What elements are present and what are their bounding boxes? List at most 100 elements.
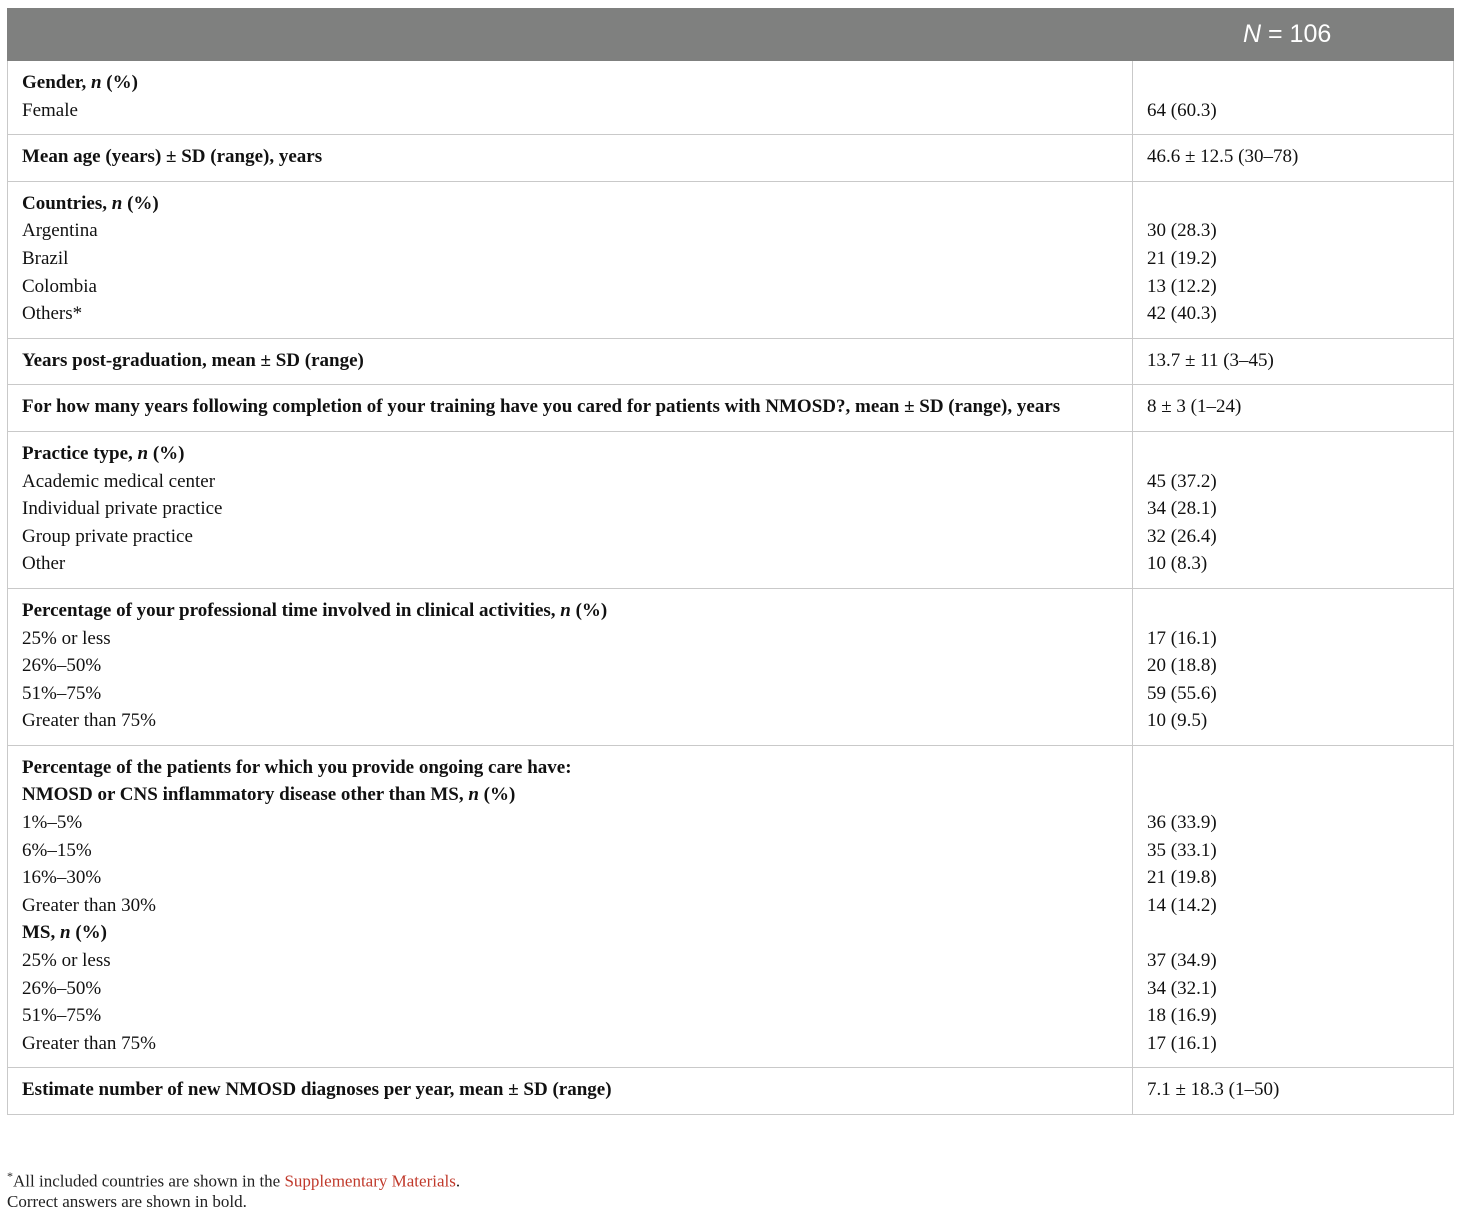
header-empty-cell — [7, 8, 1133, 61]
label-text: Greater than 75% — [22, 1032, 156, 1054]
row-value: 10 (8.3) — [1147, 553, 1208, 575]
label-text: Colombia — [22, 275, 97, 297]
label-text: Brazil — [22, 247, 69, 269]
row-heading: Mean age (years) ± SD (range), years — [22, 143, 1118, 171]
label-text: Years post-graduation, mean ± SD (range) — [22, 349, 364, 371]
row-value: 14 (14.2) — [1147, 894, 1217, 916]
row-heading: For how many years following completion … — [22, 393, 1118, 421]
label-text: Others* — [22, 303, 83, 325]
supplementary-materials-link[interactable]: Supplementary Materials — [284, 1172, 455, 1191]
label-text: 25% or less — [22, 950, 111, 972]
label-italic-n: n — [60, 922, 71, 944]
table-row: Estimate number of new NMOSD diagnoses p… — [7, 1067, 1454, 1115]
label-tail: (%) — [148, 442, 185, 464]
header-n-cell: N = 106 — [1132, 8, 1454, 61]
row-value: 46.6 ± 12.5 (30–78) — [1147, 146, 1299, 168]
label-text: 51%–75% — [22, 682, 102, 704]
row-heading: Countries, n (%) — [22, 190, 1118, 218]
label-italic-n: n — [111, 192, 123, 214]
row-value — [1147, 597, 1439, 625]
footnote-bold-note: Correct answers are shown in bold. — [7, 1192, 247, 1211]
row-value-cell: 30 (28.3) 21 (19.2) 13 (12.2) 42 (40.3) — [1132, 180, 1454, 339]
row-value: 7.1 ± 18.3 (1–50) — [1147, 1079, 1280, 1101]
row-sublabel: 6%–15% — [22, 837, 1118, 865]
table-row: Countries, n (%) Argentina Brazil Colombia O… — [7, 180, 1454, 339]
table-row: Percentage of your professional time inv… — [7, 587, 1454, 746]
row-value-cell: 36 (33.9) 35 (33.1) 21 (19.8) 14 (14.2) 37 (… — [1132, 744, 1454, 1069]
row-label-cell: Percentage of your professional time inv… — [7, 587, 1133, 746]
row-sublabel: Female — [22, 97, 1118, 125]
label-tail: (%) — [570, 599, 608, 621]
row-heading: Years post-graduation, mean ± SD (range) — [22, 347, 1118, 375]
footnote-countries: *All included countries are shown in the… — [7, 1164, 1453, 1191]
row-sublabel: Brazil — [22, 245, 1118, 273]
label-text: Mean age (years) ± SD (range), years — [22, 146, 323, 168]
row-sublabel: Others* — [22, 300, 1118, 328]
label-text: 16%–30% — [22, 867, 102, 889]
label-text: Greater than 75% — [22, 710, 156, 732]
row-value: 59 (55.6) — [1147, 682, 1217, 704]
label-text: Other — [22, 553, 66, 575]
row-value: 42 (40.3) — [1147, 303, 1217, 325]
row-label-cell: Percentage of the patients for which you… — [7, 744, 1133, 1069]
label-text: Female — [22, 99, 78, 121]
row-value — [1147, 781, 1439, 809]
row-value-cell: 45 (37.2) 34 (28.1) 32 (26.4) 10 (8.3) — [1132, 430, 1454, 589]
label-text: Countries, — [22, 192, 112, 214]
row-sublabel: 51%–75% — [22, 680, 1118, 708]
row-heading: Gender, n (%) — [22, 69, 1118, 97]
row-sublabel: Greater than 75% — [22, 707, 1118, 735]
row-sublabel: 26%–50% — [22, 975, 1118, 1003]
row-sublabel: 1%–5% — [22, 809, 1118, 837]
row-label-cell: Years post-graduation, mean ± SD (range) — [7, 337, 1133, 386]
row-value: 36 (33.9) — [1147, 812, 1217, 834]
row-heading: MS, n (%) — [22, 919, 1118, 947]
row-sublabel: 16%–30% — [22, 864, 1118, 892]
label-italic-n: n — [560, 599, 571, 621]
label-text: 6%–15% — [22, 839, 92, 861]
row-label-cell: Mean age (years) ± SD (range), years — [7, 134, 1133, 182]
row-value-cell: 17 (16.1) 20 (18.8) 59 (55.6) 10 (9.5) — [1132, 587, 1454, 746]
row-value: 37 (34.9) — [1147, 950, 1217, 972]
row-label-cell: Estimate number of new NMOSD diagnoses p… — [7, 1067, 1133, 1115]
row-value: 45 (37.2) — [1147, 470, 1217, 492]
table-row: Mean age (years) ± SD (range), years 46.6… — [7, 134, 1454, 182]
footnote-period: . — [455, 1171, 461, 1191]
row-value: 32 (26.4) — [1147, 525, 1217, 547]
row-value — [1147, 190, 1439, 218]
footnote-countries-text: All included countries are shown in the — [13, 1171, 285, 1191]
label-text: Greater than 30% — [22, 894, 156, 916]
row-value: 17 (16.1) — [1147, 1032, 1217, 1054]
label-text: 25% or less — [22, 627, 111, 649]
row-value: 13.7 ± 11 (3–45) — [1147, 349, 1274, 371]
table-header-row: N = 106 — [7, 8, 1454, 61]
row-value: 13 (12.2) — [1147, 275, 1217, 297]
row-heading: Percentage of your professional time inv… — [22, 597, 1118, 625]
row-heading: Estimate number of new NMOSD diagnoses p… — [22, 1076, 1118, 1104]
row-value: 35 (33.1) — [1147, 839, 1217, 861]
row-value — [1147, 440, 1439, 468]
row-sublabel: Greater than 75% — [22, 1030, 1118, 1058]
label-text: Practice type, — [22, 442, 138, 464]
row-value: 18 (16.9) — [1147, 1005, 1217, 1027]
row-sublabel: Academic medical center — [22, 468, 1118, 496]
row-value-cell: 64 (60.3) — [1132, 59, 1454, 136]
row-label-cell: Practice type, n (%) Academic medical cen… — [7, 430, 1133, 589]
header-n-value: = 106 — [1261, 20, 1332, 48]
table-row: For how many years following completion … — [7, 384, 1454, 432]
label-text: NMOSD or CNS inflammatory disease other … — [22, 784, 469, 806]
label-tail: (%) — [70, 922, 107, 944]
row-label-cell: Gender, n (%) Female — [7, 59, 1133, 136]
row-value-cell: 46.6 ± 12.5 (30–78) — [1132, 134, 1454, 182]
row-value: 21 (19.2) — [1147, 247, 1217, 269]
table-row: Years post-graduation, mean ± SD (range)… — [7, 337, 1454, 386]
row-value-cell: 13.7 ± 11 (3–45) — [1132, 337, 1454, 386]
row-sublabel: 25% or less — [22, 947, 1118, 975]
label-text: Individual private practice — [22, 498, 223, 520]
label-text: 51%–75% — [22, 1005, 102, 1027]
table-footnotes: *All included countries are shown in the… — [7, 1164, 1453, 1214]
row-label-cell: For how many years following completion … — [7, 384, 1133, 432]
row-sublabel: 25% or less — [22, 625, 1118, 653]
label-text: For how many years following completion … — [22, 396, 1061, 418]
table-row: Gender, n (%) Female 64 (60.3) — [7, 59, 1454, 136]
